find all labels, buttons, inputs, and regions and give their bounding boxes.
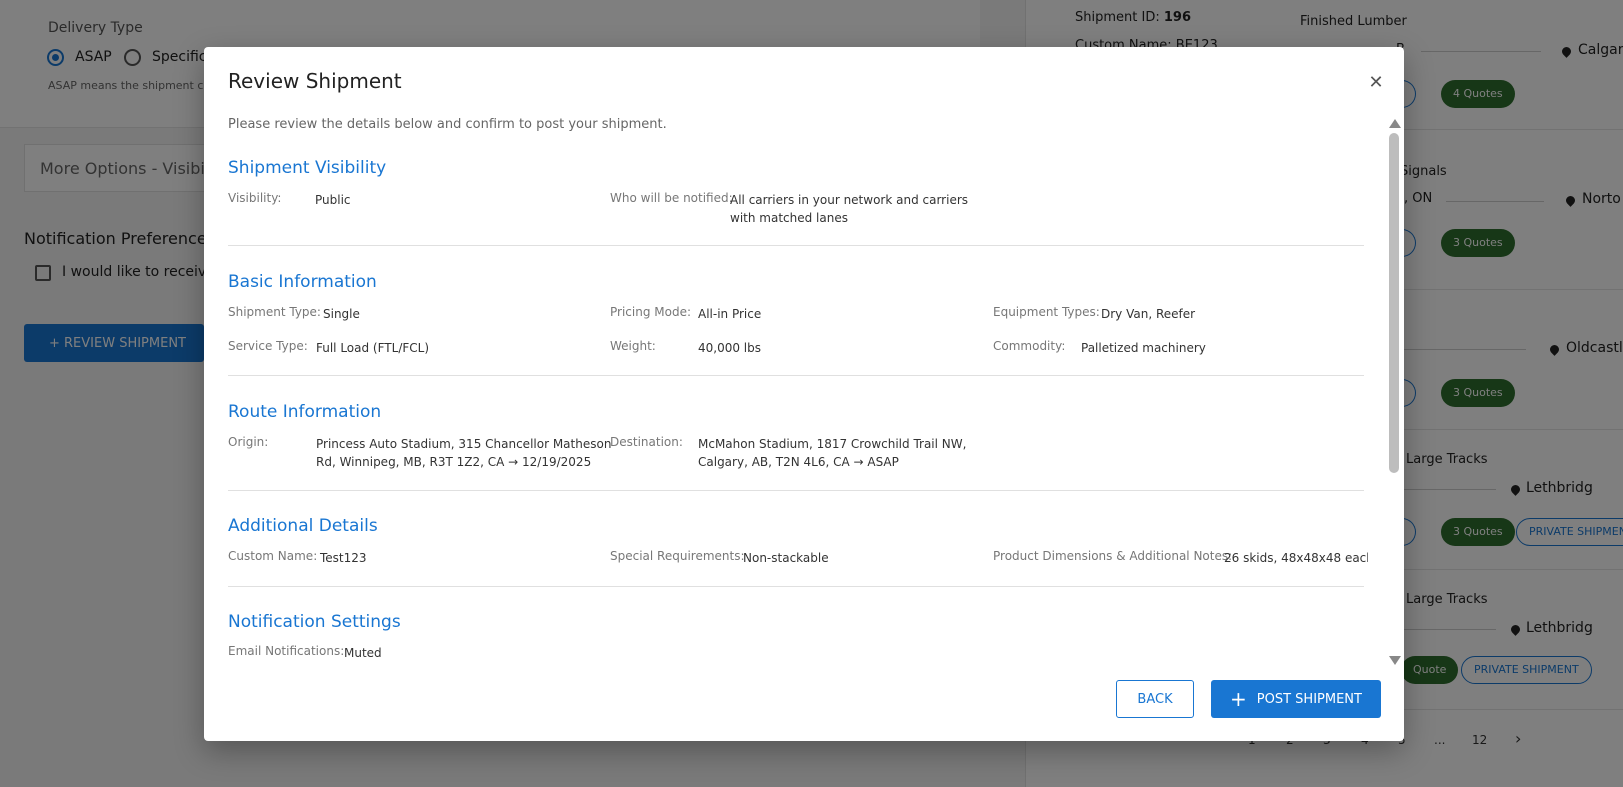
plus-icon: + xyxy=(1230,687,1247,711)
post-shipment-label: POST SHIPMENT xyxy=(1256,691,1362,707)
dialog-content: Please review the details below and conf… xyxy=(228,117,1368,665)
visibility-section: Shipment Visibility Visibility: Public W… xyxy=(228,158,1364,278)
section-title: Additional Details xyxy=(228,516,378,536)
notified-field: Who will be notified: All carriers in yo… xyxy=(610,191,969,225)
intro-text: Please review the details below and conf… xyxy=(228,117,667,132)
section-title: Route Information xyxy=(228,402,382,422)
section-divider xyxy=(228,586,1364,587)
custom-name-field: Custom Name: Test123 xyxy=(228,549,367,565)
back-button[interactable]: BACK xyxy=(1116,680,1194,718)
close-icon: ✕ xyxy=(1368,71,1384,93)
section-title: Basic Information xyxy=(228,272,377,292)
section-title: Notification Settings xyxy=(228,612,401,632)
equipment-types-field: Equipment Types: Dry Van, Reefer xyxy=(993,305,1196,321)
section-divider xyxy=(228,245,1364,246)
dialog-scrollbar[interactable] xyxy=(1388,119,1401,665)
additional-details-section: Additional Details Custom Name: Test123 … xyxy=(228,516,1368,576)
destination-field: Destination: McMahon Stadium, 1817 Crowc… xyxy=(610,435,967,469)
pricing-mode-field: Pricing Mode: All-in Price xyxy=(610,305,762,321)
weight-field: Weight: 40,000 lbs xyxy=(610,339,762,355)
close-button[interactable]: ✕ xyxy=(1363,69,1389,95)
post-shipment-button[interactable]: + POST SHIPMENT xyxy=(1211,680,1381,718)
notification-settings-section: Notification Settings Email Notification… xyxy=(228,612,1364,662)
scroll-up-icon[interactable] xyxy=(1389,119,1401,128)
section-title: Shipment Visibility xyxy=(228,158,387,178)
special-requirements-field: Special Requirements: Non-stackable xyxy=(610,549,829,565)
origin-field: Origin: Princess Auto Stadium, 315 Chanc… xyxy=(228,435,612,469)
section-divider xyxy=(228,375,1364,376)
visibility-field: Visibility: Public xyxy=(228,191,351,207)
commodity-field: Commodity: Palletized machinery xyxy=(993,339,1206,355)
review-shipment-dialog: Review Shipment ✕ Please review the deta… xyxy=(204,47,1404,741)
basic-info-section: Basic Information Shipment Type: Single … xyxy=(228,272,1364,362)
scroll-down-icon[interactable] xyxy=(1389,656,1401,665)
scrollbar-thumb[interactable] xyxy=(1389,133,1399,473)
dialog-title: Review Shipment xyxy=(228,69,402,93)
route-info-section: Route Information Origin: Princess Auto … xyxy=(228,402,1364,492)
shipment-type-field: Shipment Type: Single xyxy=(228,305,360,321)
email-notifications-field: Email Notifications: Muted xyxy=(228,644,382,660)
service-type-field: Service Type: Full Load (FTL/FCL) xyxy=(228,339,430,355)
dimensions-notes-field: Product Dimensions & Additional Notes: 2… xyxy=(993,549,1368,565)
section-divider xyxy=(228,490,1364,491)
